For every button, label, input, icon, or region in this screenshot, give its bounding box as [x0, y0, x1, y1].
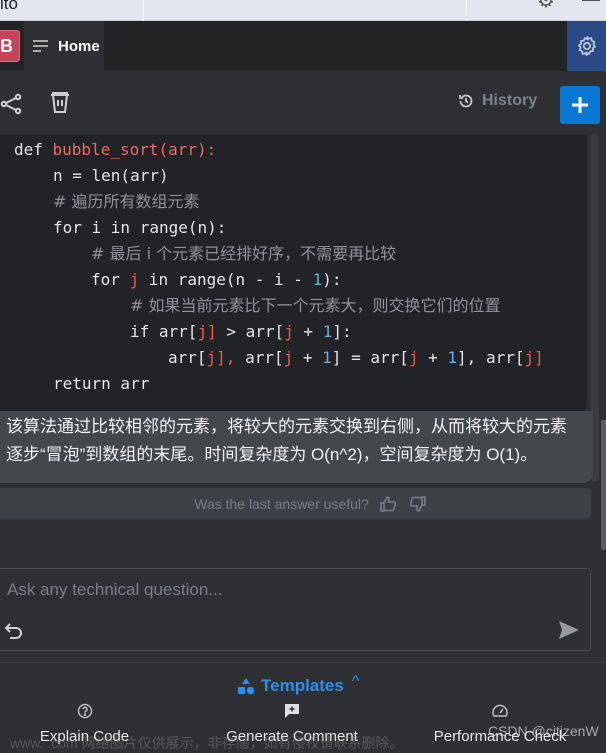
templates-label: Templates [261, 676, 344, 695]
code-line: arr[j], arr[j + 1] = arr[j + 1], arr[j] [168, 348, 544, 367]
tab-home[interactable]: Home [24, 21, 104, 71]
template-explain-code[interactable]: Explain Code [37, 700, 132, 745]
feedback-question: Was the last answer useful? [194, 495, 369, 512]
tab-bar: B Home [0, 21, 606, 71]
watermark-credit: CSDN @citizenW [488, 723, 599, 739]
chat-toolbar: History [0, 71, 606, 135]
question-input-box [0, 568, 591, 651]
speedometer-icon [492, 700, 508, 722]
window-titlebar: ito ⚙ [0, 0, 606, 21]
template-label: Generate Comment [226, 728, 358, 745]
history-button[interactable]: History [458, 92, 537, 110]
code-line: return arr [53, 374, 150, 393]
plus-icon [572, 97, 588, 113]
template-label: Explain Code [39, 728, 130, 745]
section-divider [0, 662, 606, 663]
share-icon[interactable] [0, 92, 24, 116]
code-comment: # 最后 i 个元素已经排好序，不需要再比较 [91, 244, 397, 263]
thumbs-down-icon[interactable] [409, 495, 427, 513]
gear-icon [577, 35, 596, 57]
trash-icon[interactable] [49, 91, 71, 115]
chat-scrollbar[interactable] [601, 420, 606, 550]
code-line: def bubble_sort(arr): [14, 137, 216, 163]
code-line: if arr[j] > arr[j + 1]: [130, 322, 352, 341]
menu-icon [33, 40, 48, 52]
titlebar-divider [143, 0, 144, 21]
answer-text-line: 逐步“冒泡”到数组的末尾。时间复杂度为 O(n^2)，空间复杂度为 O(1)。 [6, 445, 538, 464]
question-input[interactable] [7, 577, 567, 603]
template-generate-comment[interactable]: Generate Comment [222, 700, 362, 745]
caret-up-icon: ^ [351, 673, 360, 690]
code-block: def bubble_sort(arr): n = len(arr) # 遍历所… [0, 135, 587, 411]
question-bubble-icon [77, 700, 93, 722]
thumbs-up-icon[interactable] [379, 495, 397, 513]
code-line: for j in range(n - i - 1): [91, 270, 342, 289]
code-keyword: def [14, 140, 53, 159]
history-icon [459, 94, 473, 108]
minimize-icon[interactable] [582, 0, 600, 1]
code-comment: # 如果当前元素比下一个元素大，则交换它们的位置 [130, 296, 501, 315]
code-comment: # 遍历所有数组元素 [53, 192, 200, 211]
history-label: History [482, 92, 538, 109]
undo-icon[interactable] [4, 621, 24, 641]
templates-toggle[interactable]: Templates ^ [237, 673, 360, 696]
answer-text-line: 该算法通过比较相邻的元素，将较大的元素交换到右侧，从而将较大的元素 [6, 417, 567, 436]
code-line: n = len(arr) [53, 166, 169, 185]
titlebar-divider [466, 0, 467, 21]
titlebar-gear-icon[interactable]: ⚙ [537, 0, 555, 11]
settings-button[interactable] [567, 21, 606, 71]
assistant-answer: 该算法通过比较相邻的元素，将较大的元素交换到右侧，从而将较大的元素 逐步“冒泡”… [0, 411, 593, 483]
comment-plus-icon [284, 700, 300, 722]
send-icon[interactable] [559, 621, 579, 639]
new-chat-button[interactable] [560, 86, 600, 124]
shapes-icon [238, 678, 255, 695]
code-function-name: bubble_sort(arr): [52, 140, 217, 159]
app-badge[interactable]: B [0, 30, 20, 62]
tab-home-label: Home [58, 37, 100, 55]
feedback-bar: Was the last answer useful? [0, 488, 591, 519]
window-title: ito [0, 0, 18, 13]
code-line: for i in range(n): [53, 218, 227, 237]
